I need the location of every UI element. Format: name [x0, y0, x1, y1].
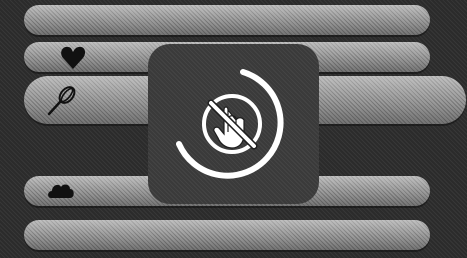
heart-icon	[58, 42, 88, 72]
app-screen	[0, 0, 467, 258]
loading-overlay	[148, 44, 319, 204]
cloud-icon	[46, 174, 76, 204]
list-item-1[interactable]	[24, 5, 430, 35]
whisk-icon	[46, 86, 76, 116]
list-item-5[interactable]	[24, 220, 430, 250]
no-touch-icon	[148, 44, 319, 204]
